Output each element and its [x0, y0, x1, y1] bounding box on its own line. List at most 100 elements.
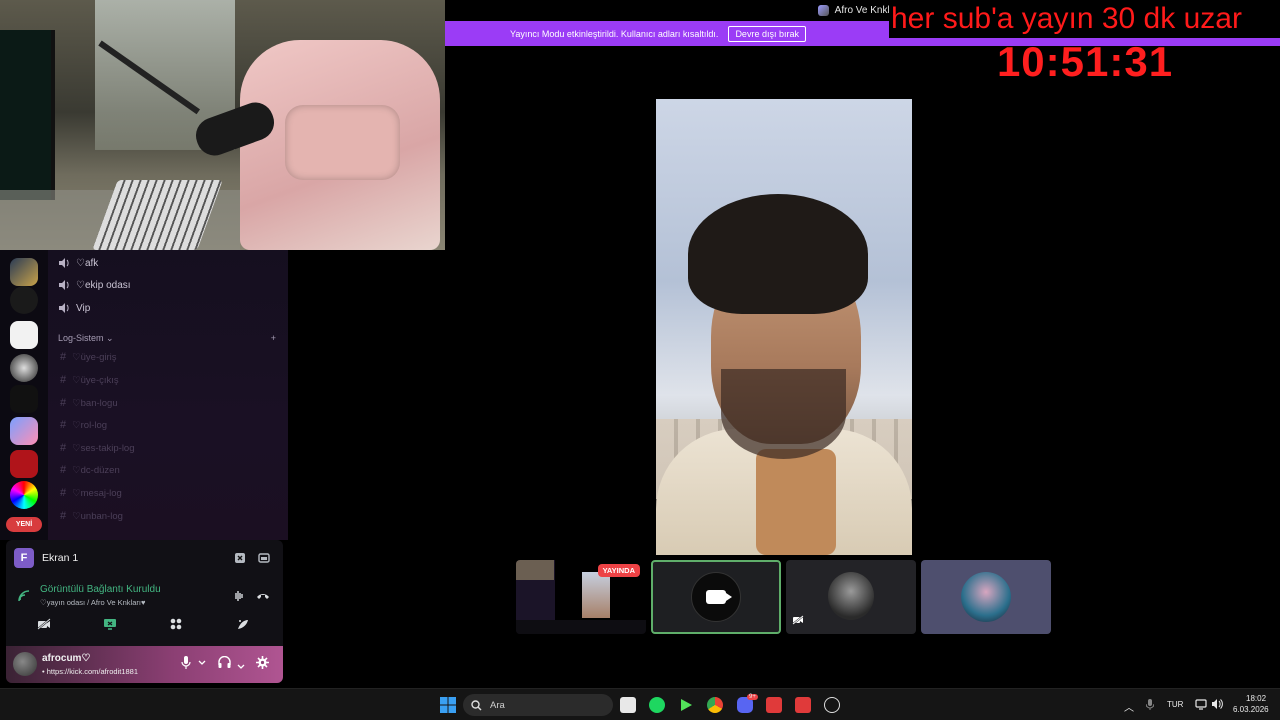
live-badge: YAYINDA	[597, 564, 640, 577]
camera-off-icon	[792, 615, 804, 628]
user-status: • https://kick.com/afrodit1881	[42, 667, 139, 676]
disconnect-icon[interactable]	[255, 588, 271, 604]
app-icon-red-1[interactable]	[766, 697, 782, 713]
volume-icon[interactable]	[1211, 698, 1223, 712]
app-icon-red-2[interactable]	[795, 697, 811, 713]
voice-channel-vip[interactable]: Vip	[58, 298, 90, 318]
text-channel[interactable]: # ♡ban-logu	[60, 394, 118, 412]
participant-tile-stream[interactable]: YAYINDA	[516, 560, 646, 634]
connection-status-title[interactable]: Görüntülü Bağlantı Kuruldu	[40, 584, 161, 595]
camera-off-icon[interactable]	[34, 614, 54, 634]
server-list	[0, 250, 48, 540]
voice-channel-ekip-odasi[interactable]: ♡ekip odası	[58, 275, 131, 295]
screen-share-label: Ekran 1	[42, 552, 79, 564]
media-player-icon[interactable]	[678, 697, 694, 713]
stream-preview-webcam	[516, 560, 554, 580]
headphones-icon[interactable]	[218, 655, 231, 671]
taskbar-search[interactable]: Ara	[463, 694, 613, 716]
voice-channel-label: ♡ekip odası	[76, 279, 131, 291]
file-explorer-icon[interactable]	[620, 697, 636, 713]
category-log-sistem[interactable]: Log-Sistem ⌄ +	[58, 333, 276, 344]
clock-date[interactable]: 6.03.2026	[1233, 705, 1269, 714]
username[interactable]: afrocum♡	[42, 653, 90, 664]
chevron-up-icon[interactable]: ︿	[1124, 699, 1134, 714]
server-icon-4[interactable]	[10, 354, 38, 382]
settings-gear-icon[interactable]	[256, 656, 269, 672]
screen-share-icon[interactable]	[100, 614, 120, 634]
video-beard	[721, 369, 846, 459]
participant-tile-camera[interactable]	[651, 560, 781, 634]
text-channel[interactable]: # ♡ses-takip-log	[60, 439, 135, 457]
speaker-icon	[59, 280, 69, 290]
video-camera-icon	[706, 590, 732, 604]
server-icon-3[interactable]	[10, 321, 38, 349]
webcam-overlay	[0, 0, 445, 250]
text-channel-label: ♡mesaj-log	[72, 487, 122, 499]
hash-icon: #	[60, 487, 67, 499]
hash-icon: #	[60, 464, 67, 476]
windows-start-icon[interactable]	[440, 697, 456, 713]
voice-channel-afk[interactable]: ♡afk	[58, 253, 98, 273]
search-placeholder: Ara	[490, 699, 505, 711]
language-indicator[interactable]: TUR	[1167, 700, 1183, 709]
spotify-icon[interactable]	[649, 697, 665, 713]
clock-time[interactable]: 18:02	[1246, 694, 1266, 703]
windows-taskbar: Ara 9+ ︿ TUR 18:02 6.03.2026	[0, 688, 1280, 720]
connection-channel[interactable]: ♡yayın odası / Afro Ve Knkları♥	[40, 598, 145, 607]
text-channel[interactable]: # ♡mesaj-log	[60, 484, 122, 502]
sub-overlay-text: her sub'a yayın 30 dk uzar	[889, 0, 1280, 38]
activities-icon[interactable]	[166, 614, 186, 634]
noise-suppression-icon[interactable]	[231, 588, 247, 604]
new-badge[interactable]: YENİ	[6, 517, 42, 532]
screen-share-row[interactable]: F Ekran 1	[14, 548, 78, 568]
stream-timer: 10:51:31	[996, 38, 1174, 85]
text-channel-label: ♡rol-log	[72, 419, 108, 431]
main-video-feed[interactable]	[656, 99, 912, 555]
text-channel[interactable]: # ♡üye-giriş	[60, 348, 117, 366]
server-icon-7[interactable]	[10, 450, 38, 478]
close-screen-icon[interactable]	[232, 550, 248, 566]
screen-avatar: F	[14, 548, 34, 568]
text-channel-label: ♡ban-logu	[72, 397, 118, 409]
microphone-icon[interactable]	[181, 656, 191, 672]
video-hair	[688, 194, 868, 314]
text-channel-label: ♡unban-log	[72, 510, 123, 522]
disable-streamer-mode-button[interactable]: Devre dışı bırak	[728, 25, 806, 42]
search-icon	[471, 699, 482, 710]
discord-notification-badge: 9+	[747, 694, 758, 700]
hash-icon: #	[60, 442, 67, 454]
voice-channel-label: ♡afk	[76, 257, 99, 269]
text-channel-label: ♡dc-düzen	[72, 464, 120, 476]
text-channel[interactable]: # ♡dc-düzen	[60, 461, 120, 479]
connection-signal-icon[interactable]	[16, 588, 32, 604]
category-label: Log-Sistem ⌄	[58, 333, 114, 343]
server-icon-1[interactable]	[10, 258, 38, 286]
stream-preview-video	[582, 572, 610, 618]
server-icon-6[interactable]	[10, 417, 38, 445]
server-icon	[817, 5, 829, 16]
chevron-down-icon[interactable]	[198, 659, 206, 668]
popout-icon[interactable]	[256, 550, 272, 566]
add-channel-icon[interactable]: +	[271, 333, 276, 344]
server-icon-2[interactable]	[10, 286, 38, 314]
chrome-icon[interactable]	[707, 697, 723, 713]
network-icon[interactable]	[1195, 698, 1207, 712]
hash-icon: #	[60, 419, 67, 431]
server-icon-8[interactable]	[10, 481, 38, 509]
streamer-mode-text: Yayıncı Modu etkinleştirildi. Kullanıcı …	[510, 28, 719, 39]
chevron-down-icon[interactable]	[237, 659, 245, 673]
text-channel[interactable]: # ♡rol-log	[60, 416, 107, 434]
participant-tile-user[interactable]	[786, 560, 916, 634]
participant-tile-user[interactable]	[921, 560, 1051, 634]
screen: Afro Ve Knkları♥ Yayıncı Modu etkinleşti…	[0, 0, 1280, 720]
voice-connection-panel: F Ekran 1 Görüntülü Bağlantı Kuruldu ♡ya…	[6, 540, 283, 683]
soundboard-icon[interactable]	[233, 614, 253, 634]
user-avatar[interactable]	[13, 652, 37, 676]
text-channel[interactable]: # ♡üye-çıkış	[60, 371, 119, 389]
microphone-tray-icon[interactable]	[1145, 699, 1155, 712]
speaker-icon	[59, 303, 69, 313]
hash-icon: #	[60, 510, 67, 522]
server-icon-5[interactable]	[10, 385, 38, 413]
text-channel[interactable]: # ♡unban-log	[60, 507, 123, 525]
obs-icon[interactable]	[824, 697, 840, 713]
